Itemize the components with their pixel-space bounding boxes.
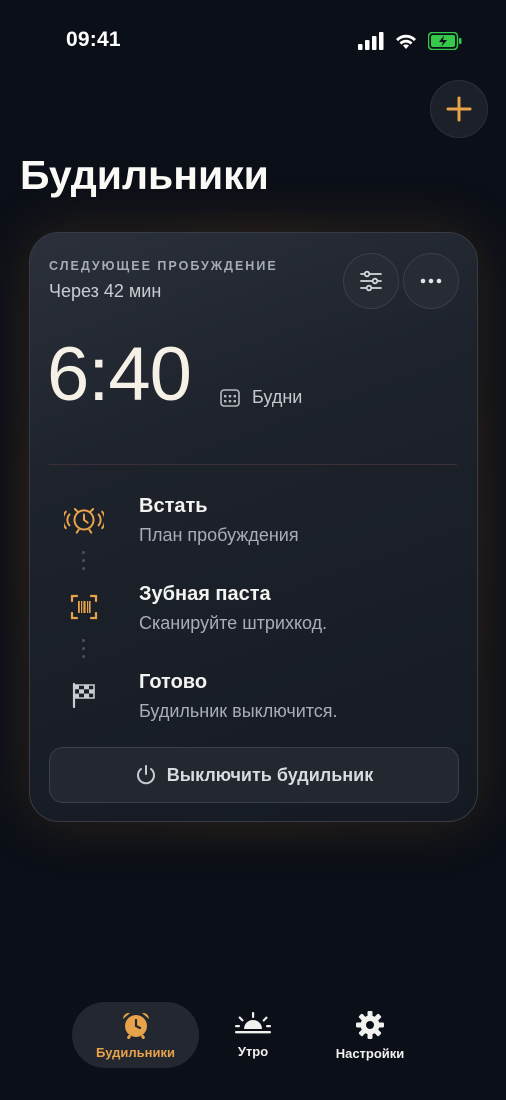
- repeat-days: Будни: [220, 387, 302, 408]
- add-alarm-button[interactable]: [430, 80, 488, 138]
- tab-settings-label: Настройки: [335, 1045, 405, 1061]
- alarm-ringing-icon: [64, 499, 104, 539]
- power-icon: [136, 765, 155, 785]
- countdown-text: Через 42 мин: [49, 281, 162, 301]
- checkered-flag-icon: [64, 675, 104, 715]
- barcode-scan-icon: [64, 587, 104, 627]
- plus-icon: [446, 96, 472, 122]
- next-wake-label: СЛЕДУЮЩЕЕ ПРОБУЖДЕНИЕ: [49, 259, 278, 273]
- step-title: Встать: [139, 495, 208, 517]
- signal-icon: [358, 32, 384, 50]
- status-bar: 09:41: [0, 0, 506, 82]
- step-description: Сканируйте штрихкод.: [139, 613, 328, 633]
- page-title: Будильники: [20, 152, 269, 198]
- more-options-button[interactable]: [403, 253, 459, 309]
- step-title: Зубная паста: [139, 583, 271, 605]
- tab-morning[interactable]: Утро: [211, 1002, 295, 1068]
- sunrise-icon: [235, 1011, 271, 1033]
- wifi-icon: [396, 34, 416, 49]
- calendar-icon: [220, 388, 240, 407]
- more-dots-icon: [420, 278, 442, 284]
- tab-settings[interactable]: Настройки: [325, 1002, 415, 1068]
- turn-off-label: Выключить будильник: [166, 764, 374, 785]
- next-alarm-card[interactable]: СЛЕДУЮЩЕЕ ПРОБУЖДЕНИЕ Через 42 мин 6:40 …: [29, 232, 478, 822]
- status-icons: [358, 32, 462, 50]
- tab-morning-label: Утро: [237, 1043, 269, 1059]
- alarm-settings-button[interactable]: [343, 253, 399, 309]
- step-connector: [82, 551, 86, 570]
- tab-alarms-label: Будильники: [96, 1044, 175, 1060]
- step-description: Будильник выключится.: [139, 701, 338, 721]
- step-connector: [82, 639, 86, 658]
- step-description: План пробуждения: [139, 525, 299, 545]
- alarm-time: 6:40: [47, 332, 192, 417]
- gear-icon: [356, 1010, 384, 1039]
- sliders-icon: [360, 270, 382, 292]
- card-divider: [49, 464, 457, 465]
- tab-alarms[interactable]: Будильники: [72, 1002, 199, 1068]
- tab-bar: Будильники Утро Настройки: [0, 990, 506, 1080]
- battery-charging-icon: [428, 32, 462, 50]
- repeat-days-label: Будни: [252, 387, 303, 407]
- alarm-clock-icon: [122, 1012, 149, 1039]
- step-title: Готово: [139, 671, 208, 693]
- turn-off-alarm-button[interactable]: Выключить будильник: [49, 747, 459, 803]
- status-time: 09:41: [66, 28, 121, 51]
